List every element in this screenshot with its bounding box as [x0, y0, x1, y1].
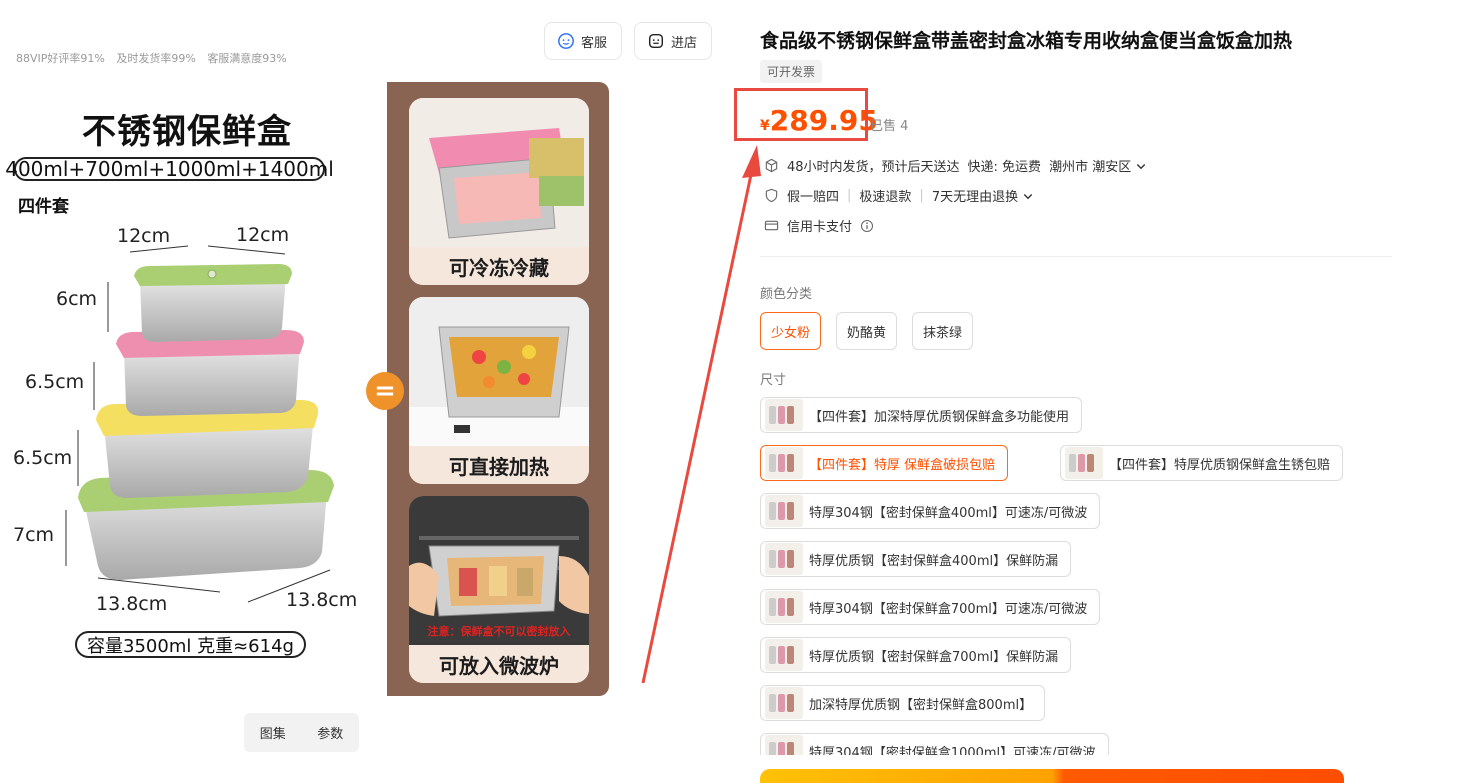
product-title: 食品级不锈钢保鲜盒带盖密封盒冰箱专用收纳盒便当盒饭盒加热 [760, 30, 1293, 52]
color-section-label: 颜色分类 [760, 287, 813, 302]
equals-badge: = [366, 372, 404, 410]
guarantee-fake: 假一赔四 [787, 190, 840, 205]
size-option-label: 特厚优质钢【密封保鲜盒400ml】保鲜防漏 [809, 553, 1059, 569]
delivery-icon [765, 158, 778, 173]
freezer-box-image [409, 98, 589, 247]
section-divider [760, 256, 1392, 257]
shipping-location[interactable]: 潮州市 潮安区 [1049, 156, 1131, 175]
guarantee-row: 假一赔四 | 极速退款 | 7天无理由退换 [764, 186, 1034, 205]
tab-gallery[interactable]: 图集 [260, 723, 286, 742]
invoice-tag: 可开发票 [760, 60, 823, 83]
size-thumbnail [765, 447, 803, 479]
guarantee-refund: 极速退款 [859, 190, 912, 205]
size-option[interactable]: 加深特厚优质钢【密封保鲜盒800ml】 [760, 685, 1046, 721]
shipping-fee: 快递: 免运费 [967, 160, 1042, 175]
info-icon[interactable] [860, 219, 874, 233]
set-label: 四件套 [18, 197, 69, 217]
payment-method: 信用卡支付 [787, 220, 853, 235]
microwave-warning: 注意：保鲜盒不可以密封放入 [427, 625, 571, 638]
size-thumbnail [765, 543, 803, 575]
payment-row: 信用卡支付 [764, 216, 874, 235]
customer-service-label: 客服 [581, 35, 608, 51]
guarantee-divider: | [847, 188, 852, 203]
size-thumbnail [765, 687, 803, 719]
size-option[interactable]: 特厚304钢【密封保鲜盒700ml】可速冻/可微波 [760, 589, 1101, 625]
size-option-label: 特厚304钢【密封保鲜盒700ml】可速冻/可微波 [809, 601, 1088, 617]
size-option-label: 【四件套】特厚优质钢保鲜盒生锈包赔 [1109, 457, 1331, 473]
feature-caption-heat: 可直接加热 [409, 446, 589, 484]
size-option[interactable]: 特厚优质钢【密封保鲜盒400ml】保鲜防漏 [760, 541, 1072, 577]
feature-card-freeze: 可冷冻冷藏 [409, 98, 589, 285]
stat-shipping: 及时发货率99% [116, 52, 196, 65]
credit-card-icon [764, 220, 779, 231]
feature-caption-freeze: 可冷冻冷藏 [409, 247, 589, 285]
size-option-clip: 特厚304钢【密封保鲜盒1000ml】可速冻/可微波 [760, 733, 1180, 755]
chevron-down-icon[interactable] [1135, 160, 1147, 172]
price-highlight-box [734, 88, 868, 141]
size-option-label: 特厚304钢【密封保鲜盒1000ml】可速冻/可微波 [809, 745, 1096, 756]
tab-params[interactable]: 参数 [317, 723, 343, 742]
color-option-pink[interactable]: 少女粉 [760, 312, 822, 350]
stacked-boxes-image [65, 245, 334, 603]
feature-panel: 可冷冻冷藏 可直接加热 注意：保鲜盒不可以密封放入 可放入微波炉 [387, 82, 609, 696]
shipping-row: 48小时内发货，预计后天送达 快递: 免运费 潮州市 潮安区 [764, 156, 1147, 175]
size-option[interactable]: 特厚优质钢【密封保鲜盒700ml】保鲜防漏 [760, 637, 1072, 673]
color-option-green[interactable]: 抹茶绿 [912, 312, 974, 350]
shield-icon [765, 188, 778, 203]
chat-face-icon [558, 33, 574, 49]
guarantee-return[interactable]: 7天无理由退换 [932, 186, 1018, 205]
size-option-label: 加深特厚优质钢【密封保鲜盒800ml】 [809, 697, 1033, 713]
shipping-time: 48小时内发货，预计后天送达 [787, 160, 960, 175]
size-option[interactable]: 特厚304钢【密封保鲜盒400ml】可速冻/可微波 [760, 493, 1101, 529]
customer-service-button[interactable]: 客服 [544, 22, 622, 60]
heating-box-image [409, 297, 589, 446]
size-option[interactable]: 【四件套】加深特厚优质钢保鲜盒多功能使用 [760, 397, 1083, 433]
dim-height-4: 7cm [13, 524, 55, 546]
size-section-label: 尺寸 [760, 373, 787, 388]
sold-count: 已售 4 [870, 119, 909, 134]
guarantee-divider: | [919, 188, 924, 203]
feature-caption-microwave: 可放入微波炉 [409, 645, 589, 683]
color-option-yellow[interactable]: 奶酪黄 [836, 312, 898, 350]
size-option-label: 【四件套】特厚 保鲜盒破损包赔 [809, 457, 996, 473]
gallery-headline: 不锈钢保鲜盒 [82, 112, 292, 152]
shop-icon [648, 33, 664, 49]
enter-shop-label: 进店 [671, 35, 698, 51]
size-thumbnail [765, 399, 803, 431]
size-thumbnail [1065, 447, 1103, 479]
capacity-weight-pill: 容量3500ml 克重≈614g [75, 631, 306, 658]
size-option[interactable]: 特厚304钢【密封保鲜盒1000ml】可速冻/可微波 [760, 733, 1109, 755]
feature-card-microwave: 注意：保鲜盒不可以密封放入 可放入微波炉 [409, 496, 589, 683]
enter-shop-button[interactable]: 进店 [634, 22, 712, 60]
store-stats: 88VIP好评率91% 及时发货率99% 客服满意度93% [16, 50, 295, 66]
size-thumbnail [765, 495, 803, 527]
size-thumbnail [765, 735, 803, 755]
size-option-label: 【四件套】加深特厚优质钢保鲜盒多功能使用 [809, 409, 1070, 425]
size-option-label: 特厚优质钢【密封保鲜盒700ml】保鲜防漏 [809, 649, 1059, 665]
buy-buttons-bar[interactable] [760, 769, 1344, 783]
size-option[interactable]: 【四件套】特厚优质钢保鲜盒生锈包赔 [1060, 445, 1344, 481]
size-option-label: 特厚304钢【密封保鲜盒400ml】可速冻/可微波 [809, 505, 1088, 521]
stat-rating: 88VIP好评率91% [16, 52, 105, 65]
size-option-selected[interactable]: 【四件套】特厚 保鲜盒破损包赔 [760, 445, 1009, 481]
gallery-tabs: 图集 参数 [244, 713, 359, 752]
feature-card-heat: 可直接加热 [409, 297, 589, 484]
size-thumbnail [765, 639, 803, 671]
stat-service: 客服满意度93% [207, 52, 287, 65]
size-thumbnail [765, 591, 803, 623]
capacities-pill: 400ml+700ml+1000ml+1400ml [5, 157, 334, 181]
chevron-down-icon[interactable] [1022, 190, 1034, 202]
